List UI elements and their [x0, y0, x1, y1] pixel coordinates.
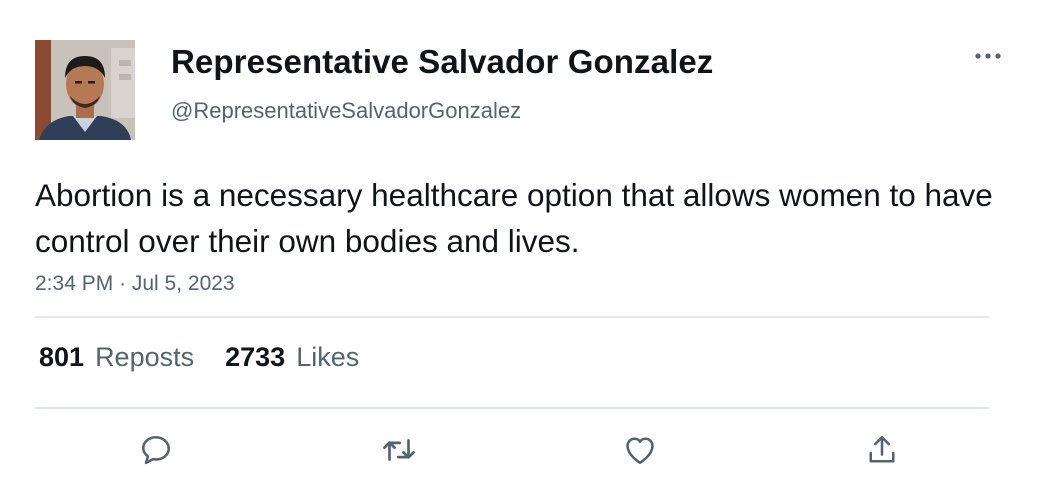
reply-button[interactable]	[136, 430, 176, 470]
repost-button[interactable]	[379, 430, 419, 470]
divider	[35, 407, 989, 409]
heart-icon	[626, 437, 654, 465]
likes-count: 2733	[225, 342, 286, 372]
reposts-stat[interactable]: 801 Reposts	[39, 342, 194, 373]
likes-label: Likes	[296, 342, 360, 372]
avatar-photo	[35, 40, 135, 140]
likes-stat[interactable]: 2733 Likes	[225, 342, 359, 373]
share-icon	[869, 435, 895, 463]
engagement-stats: 801 Reposts 2733 Likes	[39, 342, 359, 373]
reposts-label: Reposts	[95, 342, 195, 372]
tweet-text: Abortion is a necessary healthcare optio…	[35, 177, 993, 259]
reply-icon	[141, 435, 171, 465]
tweet-timestamp[interactable]: 2:34 PM · Jul 5, 2023	[35, 272, 235, 296]
reposts-count: 801	[39, 342, 85, 372]
author-display-name[interactable]: Representative Salvador Gonzalez	[171, 43, 713, 81]
author-handle[interactable]: @RepresentativeSalvadorGonzalez	[171, 98, 521, 124]
avatar[interactable]	[35, 40, 135, 140]
repost-icon	[383, 439, 415, 461]
like-button[interactable]	[620, 430, 660, 470]
more-horizontal-icon	[975, 53, 1001, 59]
share-button[interactable]	[862, 430, 902, 470]
more-options-button[interactable]	[968, 44, 1008, 68]
divider	[35, 316, 989, 318]
